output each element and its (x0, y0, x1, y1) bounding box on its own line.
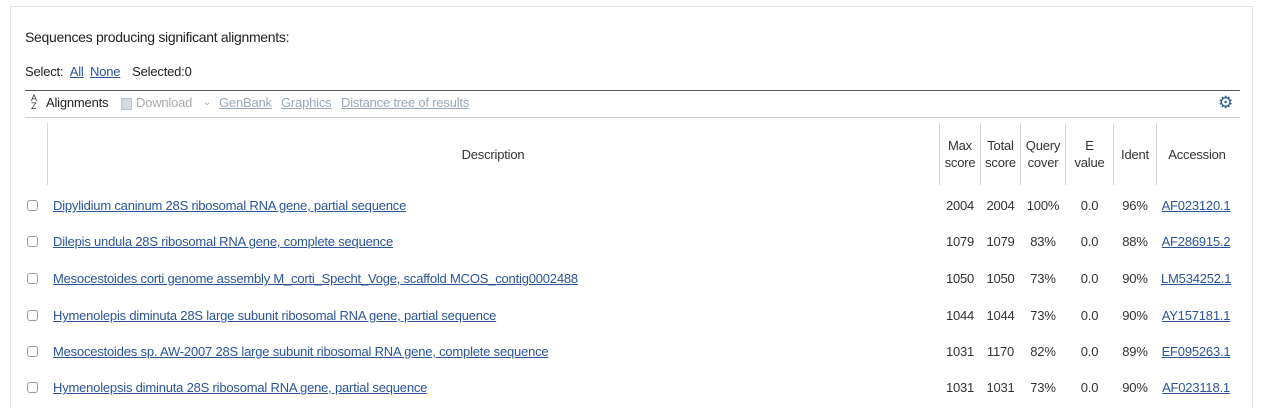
column-header-query-cover[interactable]: Query cover (1021, 123, 1065, 185)
row-description-link[interactable]: Mesocestoides corti genome assembly M_co… (53, 271, 578, 286)
row-checkbox[interactable] (27, 346, 38, 357)
row-ident: 96% (1122, 198, 1148, 213)
table-row: Hymenolepis diminuta 28S large subunit r… (25, 298, 1240, 334)
column-header-e-value[interactable]: Evalue (1066, 123, 1113, 185)
row-max-score: 2004 (945, 198, 975, 213)
row-query-cover: 73% (1030, 380, 1056, 395)
alignments-link[interactable]: Alignments (46, 95, 109, 110)
row-accession-link[interactable]: AY157181.1 (1161, 308, 1231, 323)
column-header-ident[interactable]: Ident (1114, 123, 1156, 185)
row-description-link[interactable]: Mesocestoides sp. AW-2007 28S large subu… (53, 344, 549, 359)
row-checkbox[interactable] (27, 310, 38, 321)
row-accession-link[interactable]: AF023120.1 (1161, 198, 1231, 213)
row-e-value: 0.0 (1080, 380, 1099, 395)
chevron-down-icon[interactable]: ⌄ (203, 97, 211, 108)
row-e-value: 0.0 (1080, 198, 1099, 213)
table-row: Hymenolepsis diminuta 28S ribosomal RNA … (25, 370, 1240, 406)
row-query-cover: 100% (1026, 198, 1060, 213)
gear-icon[interactable]: ⚙ (1218, 93, 1233, 113)
row-query-cover: 82% (1030, 344, 1056, 359)
row-ident: 90% (1122, 271, 1148, 286)
row-accession-link[interactable]: LM534252.1 (1161, 271, 1231, 286)
row-description-link[interactable]: Dipylidium caninum 28S ribosomal RNA gen… (53, 198, 406, 213)
table-row: Mesocestoides corti genome assembly M_co… (25, 261, 1240, 297)
row-ident: 89% (1122, 344, 1148, 359)
row-total-score: 1170 (986, 344, 1015, 359)
graphics-link[interactable]: Graphics (281, 95, 332, 110)
table-row: Dilepis undula 28S ribosomal RNA gene, c… (25, 224, 1240, 260)
row-checkbox[interactable] (27, 236, 38, 247)
row-e-value: 0.0 (1080, 234, 1099, 249)
row-total-score: 1079 (986, 234, 1015, 249)
distance-tree-link[interactable]: Distance tree of results (341, 95, 469, 110)
results-toolbar: AZ Alignments Download ⌄ GenBank Graphic… (25, 90, 1240, 118)
row-total-score: 1031 (986, 380, 1015, 395)
column-header-total-score[interactable]: Total score (981, 123, 1020, 185)
section-title: Sequences producing significant alignmen… (25, 29, 290, 45)
row-query-cover: 73% (1030, 308, 1056, 323)
row-checkbox[interactable] (27, 200, 38, 211)
row-ident: 90% (1122, 308, 1148, 323)
row-description-link[interactable]: Hymenolepis diminuta 28S large subunit r… (53, 308, 496, 323)
row-accession-link[interactable]: AF023118.1 (1161, 380, 1231, 395)
row-total-score: 2004 (986, 198, 1015, 213)
row-max-score: 1079 (945, 234, 975, 249)
column-header-accession[interactable]: Accession (1157, 123, 1237, 185)
select-none-link[interactable]: None (90, 64, 120, 79)
row-total-score: 1044 (986, 308, 1015, 323)
row-max-score: 1044 (945, 308, 975, 323)
download-icon (121, 98, 132, 110)
sort-icon[interactable]: AZ (31, 94, 41, 111)
download-button[interactable]: Download (136, 95, 192, 110)
selected-count: Selected:0 (132, 64, 192, 79)
row-max-score: 1031 (945, 380, 975, 395)
row-checkbox[interactable] (27, 273, 38, 284)
row-ident: 90% (1122, 380, 1148, 395)
row-accession-link[interactable]: EF095263.1 (1161, 344, 1231, 359)
table-row: Mesocestoides sp. AW-2007 28S large subu… (25, 334, 1240, 370)
column-header-description[interactable]: Description (47, 123, 939, 185)
select-bar: Select: All None Selected:0 (25, 64, 192, 79)
row-accession-link[interactable]: AF286915.2 (1161, 234, 1231, 249)
table-row: Dipylidium caninum 28S ribosomal RNA gen… (25, 188, 1240, 224)
row-query-cover: 83% (1030, 234, 1056, 249)
row-description-link[interactable]: Dilepis undula 28S ribosomal RNA gene, c… (53, 234, 393, 249)
row-max-score: 1050 (945, 271, 975, 286)
genbank-link[interactable]: GenBank (219, 95, 272, 110)
row-query-cover: 73% (1030, 271, 1056, 286)
select-all-link[interactable]: All (70, 64, 84, 79)
row-e-value: 0.0 (1080, 308, 1099, 323)
row-description-link[interactable]: Hymenolepsis diminuta 28S ribosomal RNA … (53, 380, 427, 395)
table-header: Description Max score Total score Query cov… (25, 123, 1240, 185)
row-ident: 88% (1122, 234, 1148, 249)
select-label: Select: (25, 64, 64, 79)
row-max-score: 1031 (945, 344, 975, 359)
row-e-value: 0.0 (1080, 344, 1099, 359)
row-checkbox[interactable] (27, 382, 38, 393)
row-e-value: 0.0 (1080, 271, 1099, 286)
column-header-max-score[interactable]: Max score (940, 123, 980, 185)
row-total-score: 1050 (986, 271, 1015, 286)
